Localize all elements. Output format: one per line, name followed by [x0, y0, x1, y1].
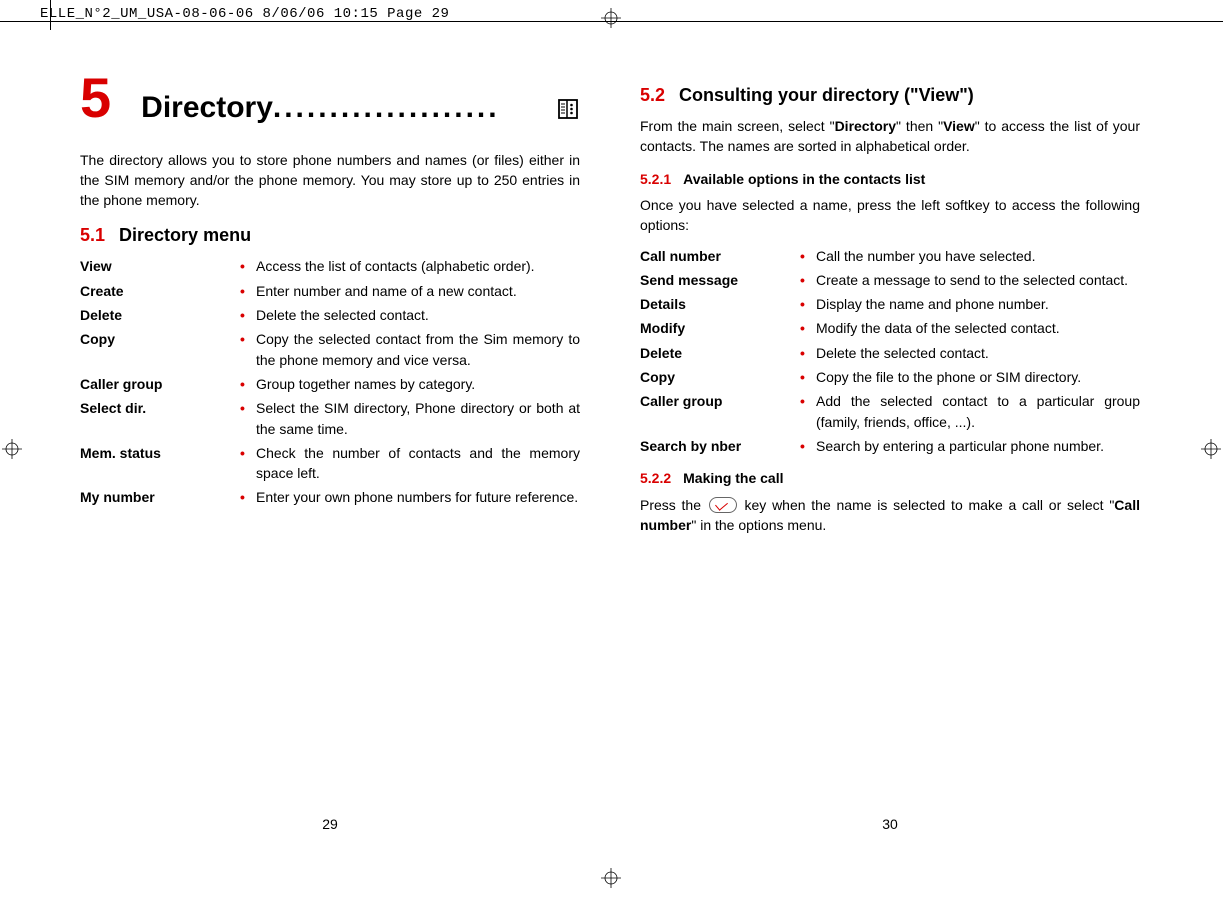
chapter-title-text: Directory [141, 86, 273, 130]
subsection-title: Available options in the contacts list [683, 171, 925, 187]
definition-row: Modify•Modify the data of the selected c… [640, 318, 1140, 338]
section-title: Consulting your directory ("View") [679, 85, 974, 105]
section-heading-5-1: 5.1 Directory menu [80, 222, 580, 248]
subsection-title: Making the call [683, 470, 783, 486]
bullet-icon: • [240, 281, 256, 301]
subsection-heading-5-2-2: 5.2.2 Making the call [640, 468, 1140, 488]
section-heading-5-2: 5.2 Consulting your directory ("View") [640, 82, 1140, 108]
bullet-icon: • [800, 343, 816, 363]
page-number-right: 30 [640, 814, 1140, 834]
contacts-options-list: Call number•Call the number you have sel… [640, 246, 1140, 457]
subsection-number: 5.2.2 [640, 470, 671, 486]
definition-term: Search by nber [640, 436, 800, 456]
bullet-icon: • [240, 374, 256, 394]
definition-row: Send message•Create a message to send to… [640, 270, 1140, 290]
definition-term: Create [80, 281, 240, 301]
definition-row: Caller group•Add the selected contact to… [640, 391, 1140, 432]
bullet-icon: • [240, 443, 256, 484]
bullet-icon: • [800, 246, 816, 266]
definition-term: Delete [80, 305, 240, 325]
definition-row: View•Access the list of contacts (alphab… [80, 256, 580, 276]
chapter-heading: 5 Directory .................... [80, 70, 580, 130]
subsection-5-2-2-text: Press the key when the name is selected … [640, 495, 1140, 536]
definition-term: Caller group [640, 391, 800, 432]
section-title: Directory menu [119, 225, 251, 245]
definition-row: Search by nber•Search by entering a part… [640, 436, 1140, 456]
subsection-heading-5-2-1: 5.2.1 Available options in the contacts l… [640, 169, 1140, 189]
directory-menu-list: View•Access the list of contacts (alphab… [80, 256, 580, 507]
definition-term: View [80, 256, 240, 276]
page-left: 5 Directory .................... The dir… [80, 70, 580, 840]
definition-row: Details•Display the name and phone numbe… [640, 294, 1140, 314]
definition-term: Call number [640, 246, 800, 266]
definition-term: Delete [640, 343, 800, 363]
bullet-icon: • [800, 391, 816, 432]
definition-row: Delete•Delete the selected contact. [80, 305, 580, 325]
registration-mark-icon [601, 868, 621, 888]
definition-row: Caller group•Group together names by cat… [80, 374, 580, 394]
definition-description: Search by entering a particular phone nu… [816, 436, 1140, 456]
definition-term: Caller group [80, 374, 240, 394]
definition-description: Enter your own phone numbers for future … [256, 487, 580, 507]
definition-row: Delete•Delete the selected contact. [640, 343, 1140, 363]
definition-description: Add the selected contact to a particular… [816, 391, 1140, 432]
definition-term: Select dir. [80, 398, 240, 439]
definition-description: Display the name and phone number. [816, 294, 1140, 314]
registration-mark-icon [601, 8, 621, 28]
print-header: ELLE_N°2_UM_USA-08-06-06 8/06/06 10:15 P… [40, 6, 449, 22]
definition-description: Group together names by category. [256, 374, 580, 394]
definition-row: Select dir.•Select the SIM directory, Ph… [80, 398, 580, 439]
chapter-intro: The directory allows you to store phone … [80, 150, 580, 211]
chapter-leader-dots: .................... [273, 86, 552, 130]
bullet-icon: • [800, 294, 816, 314]
definition-term: Copy [80, 329, 240, 370]
definition-description: Call the number you have selected. [816, 246, 1140, 266]
chapter-number: 5 [80, 70, 111, 126]
definition-term: Send message [640, 270, 800, 290]
bullet-icon: • [240, 256, 256, 276]
definition-description: Delete the selected contact. [256, 305, 580, 325]
directory-icon [552, 86, 580, 130]
bullet-icon: • [240, 305, 256, 325]
call-key-icon [709, 497, 737, 513]
page-right: 5.2 Consulting your directory ("View") Fr… [640, 70, 1140, 840]
chapter-title: Directory .................... [141, 86, 580, 130]
bullet-icon: • [800, 318, 816, 338]
subsection-5-2-1-intro: Once you have selected a name, press the… [640, 195, 1140, 236]
definition-row: Call number•Call the number you have sel… [640, 246, 1140, 266]
bullet-icon: • [800, 270, 816, 290]
definition-term: Details [640, 294, 800, 314]
definition-row: Create•Enter number and name of a new co… [80, 281, 580, 301]
definition-description: Enter number and name of a new contact. [256, 281, 580, 301]
bullet-icon: • [240, 398, 256, 439]
definition-description: Modify the data of the selected contact. [816, 318, 1140, 338]
definition-term: My number [80, 487, 240, 507]
definition-description: Copy the file to the phone or SIM direct… [816, 367, 1140, 387]
definition-description: Create a message to send to the selected… [816, 270, 1140, 290]
definition-description: Select the SIM directory, Phone director… [256, 398, 580, 439]
definition-row: Mem. status•Check the number of contacts… [80, 443, 580, 484]
definition-description: Delete the selected contact. [816, 343, 1140, 363]
bullet-icon: • [240, 487, 256, 507]
definition-row: My number•Enter your own phone numbers f… [80, 487, 580, 507]
bullet-icon: • [240, 329, 256, 370]
definition-row: Copy•Copy the file to the phone or SIM d… [640, 367, 1140, 387]
definition-term: Modify [640, 318, 800, 338]
page-number-left: 29 [80, 814, 580, 834]
subsection-number: 5.2.1 [640, 171, 671, 187]
registration-mark-icon [1201, 439, 1221, 459]
section-number: 5.1 [80, 225, 105, 245]
section-5-2-intro: From the main screen, select "Directory"… [640, 116, 1140, 157]
definition-term: Mem. status [80, 443, 240, 484]
definition-description: Check the number of contacts and the mem… [256, 443, 580, 484]
registration-mark-icon [2, 439, 22, 459]
definition-description: Access the list of contacts (alphabetic … [256, 256, 580, 276]
definition-row: Copy•Copy the selected contact from the … [80, 329, 580, 370]
definition-description: Copy the selected contact from the Sim m… [256, 329, 580, 370]
section-number: 5.2 [640, 85, 665, 105]
bullet-icon: • [800, 367, 816, 387]
bullet-icon: • [800, 436, 816, 456]
definition-term: Copy [640, 367, 800, 387]
